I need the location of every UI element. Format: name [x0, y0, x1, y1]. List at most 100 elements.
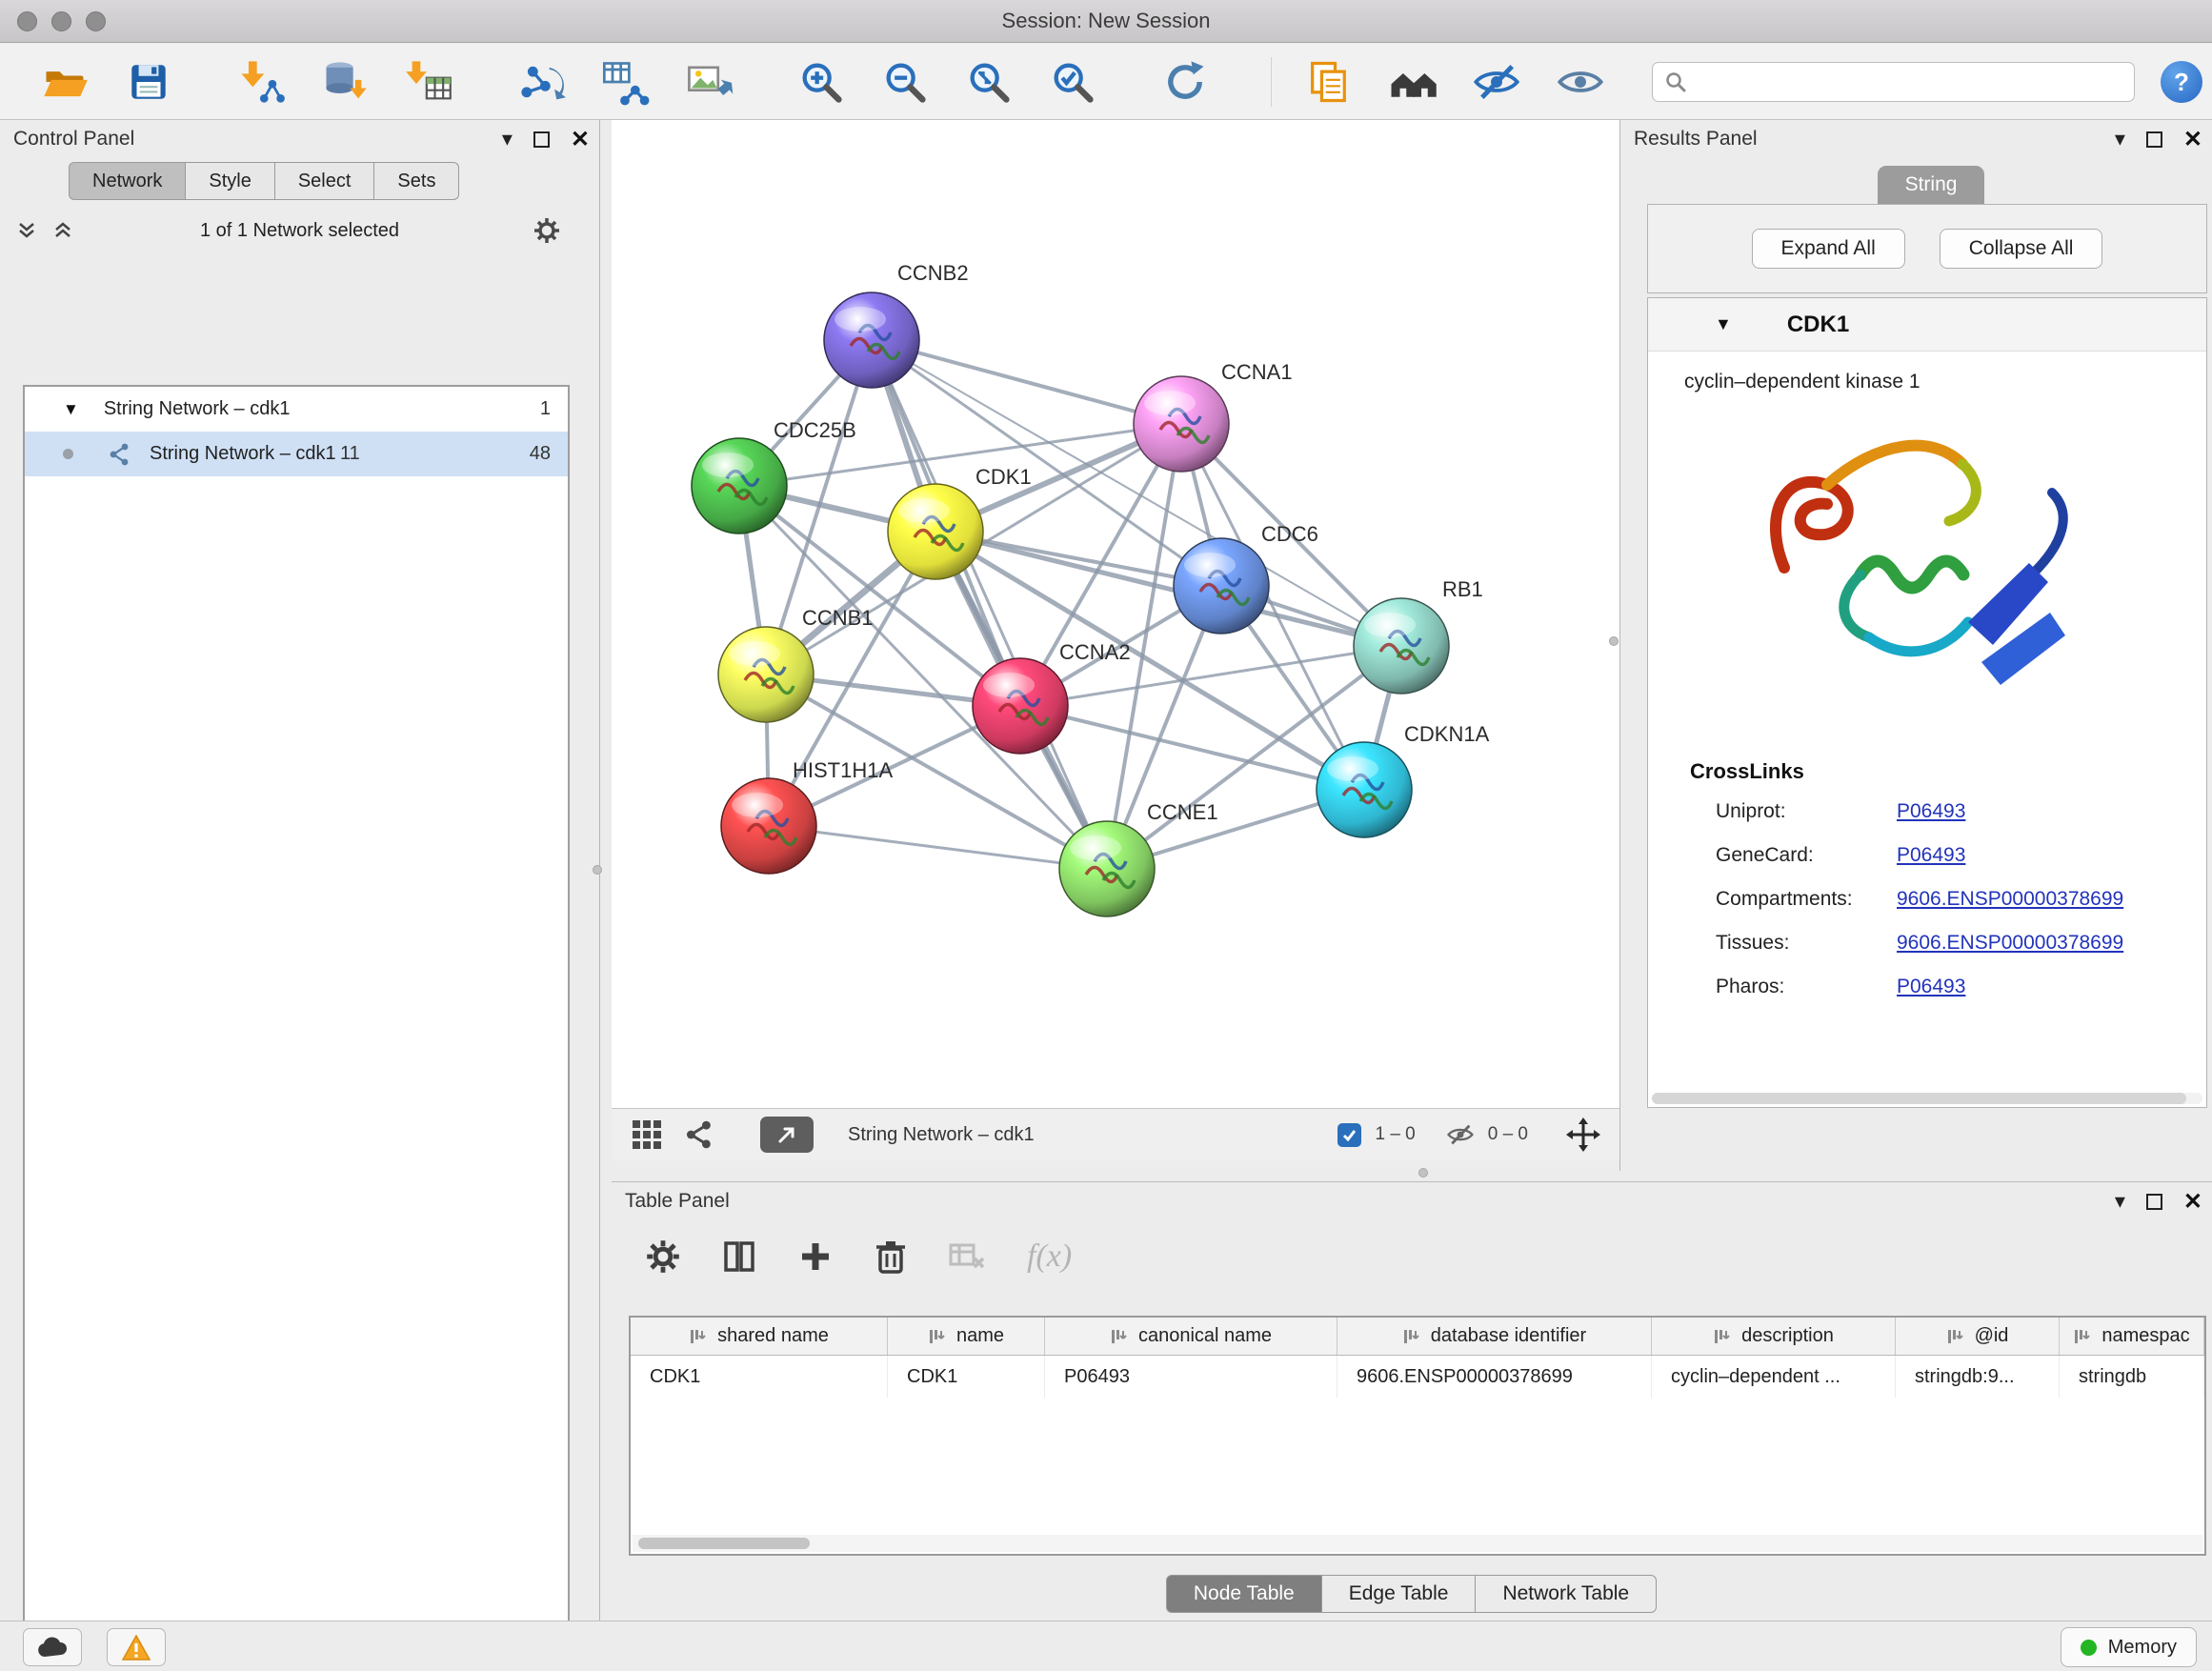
crosslink-link[interactable]: 9606.ENSP00000378699	[1897, 888, 2123, 911]
horizontal-splitter-handle[interactable]	[1418, 1168, 1428, 1178]
crosslink-link[interactable]: 9606.ENSP00000378699	[1897, 932, 2123, 955]
table-cell[interactable]: cyclin–dependent ...	[1652, 1356, 1896, 1398]
results-panel-collapse-icon[interactable]: ▾	[2115, 129, 2125, 150]
detach-view-button[interactable]	[760, 1117, 814, 1153]
control-panel-float-icon[interactable]	[533, 131, 550, 148]
control-panel-close-icon[interactable]: ✕	[571, 126, 590, 153]
zoom-selected-button[interactable]	[1046, 55, 1099, 109]
network-node-ccna1[interactable]	[1134, 376, 1229, 472]
tab-select[interactable]: Select	[274, 162, 375, 200]
table-cell[interactable]: stringdb	[2060, 1356, 2204, 1398]
network-overview-icon[interactable]	[684, 1119, 714, 1150]
export-image-button[interactable]	[682, 55, 735, 109]
column-header[interactable]: namespac	[2060, 1318, 2204, 1355]
copy-document-button[interactable]	[1302, 55, 1356, 109]
network-node-ccnb1[interactable]	[718, 627, 814, 722]
crosslink-link[interactable]: P06493	[1897, 800, 1965, 823]
show-all-button[interactable]	[1554, 55, 1607, 109]
table-cell[interactable]: CDK1	[888, 1356, 1045, 1398]
new-network-button[interactable]	[514, 55, 568, 109]
tab-network-table[interactable]: Network Table	[1475, 1575, 1657, 1613]
pan-crosshair-icon[interactable]	[1566, 1117, 1600, 1152]
table-cell[interactable]: stringdb:9...	[1896, 1356, 2060, 1398]
gene-disclosure-triangle-icon[interactable]: ▼	[1715, 314, 1732, 334]
network-row-selected[interactable]: String Network – cdk1 11 48	[25, 432, 568, 476]
zoom-in-button[interactable]	[794, 55, 848, 109]
network-collection-row[interactable]: ▼ String Network – cdk1 1	[25, 387, 568, 432]
home-button[interactable]	[1386, 55, 1439, 109]
import-table-button[interactable]	[402, 55, 455, 109]
open-in-new-icon	[776, 1124, 797, 1145]
tab-sets[interactable]: Sets	[373, 162, 459, 200]
network-node-cdk1[interactable]	[888, 484, 983, 579]
tab-style[interactable]: Style	[185, 162, 274, 200]
network-edge-hist1h1a-ccne1[interactable]	[769, 826, 1107, 869]
column-header-label: shared name	[717, 1325, 829, 1347]
results-panel-close-icon[interactable]: ✕	[2183, 126, 2202, 153]
gene-header-row[interactable]: ▼ CDK1	[1648, 298, 2206, 352]
column-header[interactable]: canonical name	[1045, 1318, 1337, 1355]
delete-column-trash-icon[interactable]	[875, 1239, 907, 1274]
column-header[interactable]: shared name	[631, 1318, 888, 1355]
new-network-table-button[interactable]	[598, 55, 652, 109]
results-horizontal-scrollbar[interactable]	[1652, 1093, 2202, 1104]
column-header[interactable]: database identifier	[1337, 1318, 1652, 1355]
memory-button[interactable]: Memory	[2061, 1627, 2197, 1667]
left-splitter-handle[interactable]	[593, 865, 602, 875]
table-row[interactable]: CDK1CDK1P064939606.ENSP00000378699cyclin…	[631, 1356, 2204, 1398]
cloud-button[interactable]	[23, 1628, 82, 1666]
crosslink-link[interactable]: P06493	[1897, 844, 1965, 867]
crosslink-link[interactable]: P06493	[1897, 976, 1965, 998]
hidden-eye-slash-icon[interactable]	[1446, 1120, 1475, 1149]
create-column-plus-icon[interactable]	[798, 1239, 833, 1274]
hide-selected-button[interactable]	[1470, 55, 1523, 109]
network-node-cdc25b[interactable]	[692, 438, 787, 534]
table-panel-close-icon[interactable]: ✕	[2183, 1188, 2202, 1216]
show-columns-icon[interactable]	[722, 1239, 756, 1274]
control-panel-collapse-icon[interactable]: ▾	[502, 129, 513, 150]
network-edge-ccnb2-ccne1[interactable]	[872, 340, 1107, 869]
help-button[interactable]: ?	[2161, 61, 2202, 103]
selected-nodes-icon[interactable]	[1337, 1123, 1361, 1147]
table-cell[interactable]: 9606.ENSP00000378699	[1337, 1356, 1652, 1398]
right-splitter-handle[interactable]	[1609, 636, 1619, 646]
network-node-ccnb2[interactable]	[824, 292, 919, 388]
column-header[interactable]: description	[1652, 1318, 1896, 1355]
results-panel-float-icon[interactable]	[2146, 131, 2162, 148]
save-session-button[interactable]	[122, 55, 175, 109]
table-settings-gear-icon[interactable]	[646, 1239, 680, 1274]
zoom-fit-button[interactable]	[962, 55, 1016, 109]
zoom-out-button[interactable]	[878, 55, 932, 109]
disclosure-triangle-icon[interactable]: ▼	[63, 400, 79, 419]
warnings-button[interactable]	[107, 1628, 166, 1666]
column-header[interactable]: name	[888, 1318, 1045, 1355]
network-view[interactable]: CCNB2CCNA1CDC25BCDK1CDC6RB1CCNB1CCNA2CDK…	[612, 120, 1619, 1160]
table-cell[interactable]: CDK1	[631, 1356, 888, 1398]
tab-edge-table[interactable]: Edge Table	[1321, 1575, 1477, 1613]
gear-icon[interactable]	[533, 216, 561, 245]
table-horizontal-scrollbar[interactable]	[633, 1535, 2202, 1552]
tab-node-table[interactable]: Node Table	[1166, 1575, 1322, 1613]
network-node-ccna2[interactable]	[973, 658, 1068, 754]
open-session-button[interactable]	[38, 55, 91, 109]
grid-view-icon[interactable]	[631, 1118, 663, 1151]
network-node-rb1[interactable]	[1354, 598, 1449, 694]
search-input[interactable]	[1697, 71, 2122, 93]
apply-layout-button[interactable]	[1158, 55, 1212, 109]
table-panel-float-icon[interactable]	[2146, 1194, 2162, 1210]
network-canvas[interactable]: CCNB2CCNA1CDC25BCDK1CDC6RB1CCNB1CCNA2CDK…	[612, 120, 1619, 1108]
import-network-file-button[interactable]	[234, 55, 288, 109]
import-network-icon	[236, 57, 286, 107]
table-cell[interactable]: P06493	[1045, 1356, 1337, 1398]
collapse-all-button[interactable]: Collapse All	[1940, 229, 2103, 269]
network-node-cdc6[interactable]	[1174, 538, 1269, 634]
network-node-hist1h1a[interactable]	[721, 778, 816, 874]
column-header[interactable]: @id	[1896, 1318, 2060, 1355]
expand-all-button[interactable]: Expand All	[1752, 229, 1905, 269]
tab-network[interactable]: Network	[69, 162, 186, 200]
table-panel-collapse-icon[interactable]: ▾	[2115, 1191, 2125, 1212]
network-node-ccne1[interactable]	[1059, 821, 1155, 916]
import-network-database-button[interactable]	[318, 55, 372, 109]
network-node-cdkn1a[interactable]	[1317, 742, 1412, 837]
tab-string[interactable]: String	[1878, 166, 1984, 204]
